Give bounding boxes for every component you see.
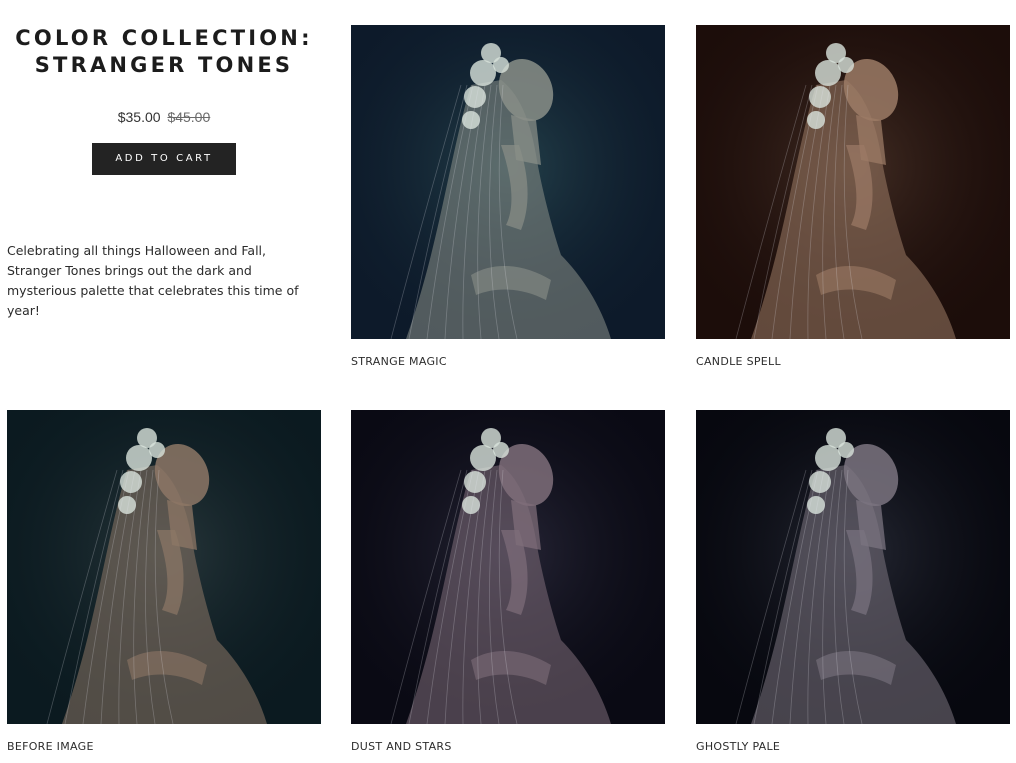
preview-image[interactable] xyxy=(696,410,1010,724)
gallery-item: DUST AND STARS xyxy=(351,410,665,753)
preview-image[interactable] xyxy=(351,25,665,339)
portrait-illustration xyxy=(351,410,665,724)
preview-image[interactable] xyxy=(7,410,321,724)
portrait-illustration xyxy=(696,25,1010,339)
gallery-item: GHOSTLY PALE xyxy=(696,410,1010,753)
preset-caption: GHOSTLY PALE xyxy=(696,740,781,753)
preview-image[interactable] xyxy=(696,25,1010,339)
product-title-line2: STRANGER TONES xyxy=(34,53,294,77)
portrait-illustration xyxy=(7,410,321,724)
preset-caption: BEFORE IMAGE xyxy=(7,740,94,753)
gallery-item: STRANGE MAGIC xyxy=(351,25,665,368)
gallery-item: BEFORE IMAGE xyxy=(7,410,321,753)
sale-price: $35.00 xyxy=(117,109,161,125)
original-price: $45.00 xyxy=(167,109,211,125)
price: $35.00 $45.00 xyxy=(7,109,321,125)
preview-image[interactable] xyxy=(351,410,665,724)
preset-caption: DUST AND STARS xyxy=(351,740,452,753)
product-title-line1: COLOR COLLECTION: xyxy=(15,26,313,50)
add-to-cart-button[interactable]: ADD TO CART xyxy=(92,143,236,175)
preset-caption: CANDLE SPELL xyxy=(696,355,781,368)
portrait-illustration xyxy=(696,410,1010,724)
product-description: Celebrating all things Halloween and Fal… xyxy=(7,243,299,318)
product-info: COLOR COLLECTION: STRANGER TONES $35.00 … xyxy=(7,25,321,321)
product-page: COLOR COLLECTION: STRANGER TONES $35.00 … xyxy=(0,0,1016,763)
preset-caption: STRANGE MAGIC xyxy=(351,355,447,368)
portrait-illustration xyxy=(351,25,665,339)
product-title: COLOR COLLECTION: STRANGER TONES xyxy=(7,25,321,79)
gallery-item: CANDLE SPELL xyxy=(696,25,1010,368)
